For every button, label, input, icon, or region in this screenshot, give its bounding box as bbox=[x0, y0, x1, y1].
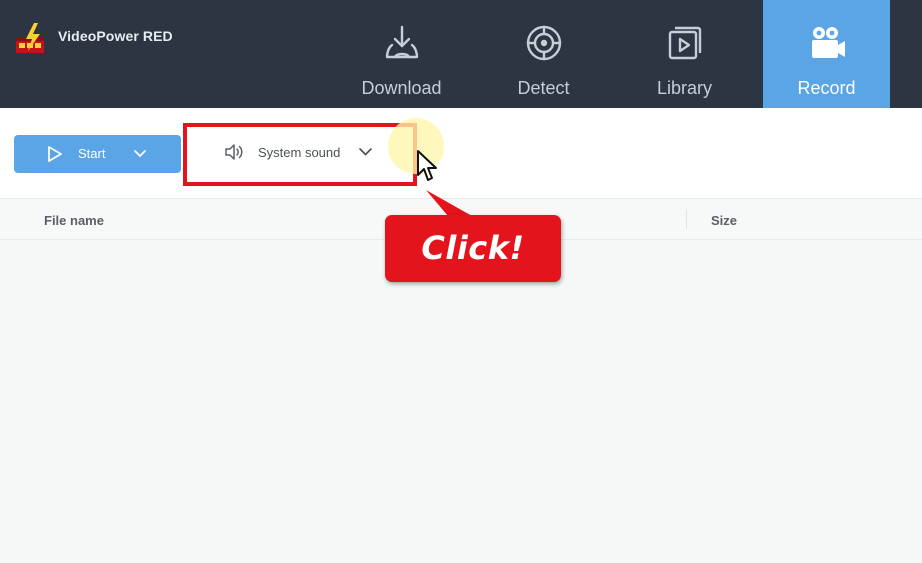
app-name: VideoPower RED bbox=[58, 28, 173, 44]
record-camera-icon bbox=[812, 27, 845, 58]
tab-library-label: Library bbox=[656, 78, 713, 98]
tab-record-label: Record bbox=[797, 78, 856, 98]
click-callout: Click! bbox=[385, 215, 561, 282]
callout-text: Click! bbox=[421, 229, 525, 267]
tab-detect-label: Detect bbox=[517, 78, 570, 98]
file-list-area bbox=[0, 240, 922, 563]
column-divider bbox=[686, 209, 687, 229]
tab-record[interactable]: Record bbox=[763, 0, 890, 108]
record-toolbar: Start bbox=[0, 108, 922, 199]
column-file-name[interactable]: File name bbox=[44, 213, 104, 228]
play-icon bbox=[48, 146, 62, 162]
tutorial-highlight-box bbox=[183, 123, 417, 186]
column-size[interactable]: Size bbox=[711, 213, 737, 228]
app-brand: VideoPower RED bbox=[14, 22, 173, 56]
top-navigation-bar: VideoPower RED Download Detect Library R… bbox=[0, 0, 922, 108]
mouse-cursor-icon bbox=[417, 150, 437, 181]
tab-detect[interactable]: Detect bbox=[480, 0, 607, 108]
tab-download-label: Download bbox=[361, 78, 442, 98]
start-button-label: Start bbox=[78, 146, 106, 161]
chevron-down-icon[interactable] bbox=[133, 148, 147, 160]
tab-library[interactable]: Library bbox=[621, 0, 748, 108]
detect-target-icon bbox=[526, 25, 562, 61]
tab-download[interactable]: Download bbox=[338, 0, 465, 108]
download-icon bbox=[385, 25, 419, 59]
start-record-button[interactable]: Start bbox=[14, 135, 181, 173]
library-video-icon bbox=[668, 26, 702, 60]
app-logo-icon bbox=[16, 23, 44, 53]
